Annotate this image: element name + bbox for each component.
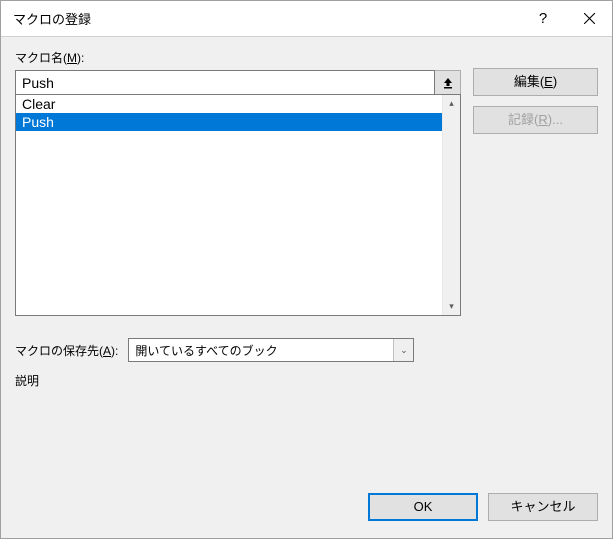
chevron-down-icon: ⌄ [393,339,413,361]
save-location-value: 開いているすべてのブック [129,342,393,359]
description-label: 説明 [15,372,461,389]
edit-button[interactable]: 編集(E) [473,68,598,96]
macro-name-label: マクロ名(M): [15,49,461,66]
scroll-down-icon[interactable]: ▾ [449,301,454,312]
cancel-button[interactable]: キャンセル [488,493,598,521]
assign-macro-dialog: マクロの登録 ? マクロ名(M): Clear [0,0,613,539]
help-button[interactable]: ? [520,1,566,37]
close-button[interactable] [566,1,612,37]
macro-list-container: Clear Push ▴ ▾ [15,94,461,316]
list-item[interactable]: Clear [16,95,442,113]
save-location-row: マクロの保存先(A): 開いているすべてのブック ⌄ [15,338,461,362]
macro-name-row [15,70,461,95]
collapse-icon [442,76,454,90]
macro-name-input[interactable] [15,70,435,95]
content-area: マクロ名(M): Clear Push ▴ ▾ [1,37,612,488]
ok-button[interactable]: OK [368,493,478,521]
macro-list[interactable]: Clear Push [16,95,442,315]
reference-button[interactable] [435,70,461,95]
titlebar: マクロの登録 ? [1,1,612,37]
save-location-select[interactable]: 開いているすべてのブック ⌄ [128,338,414,362]
scrollbar[interactable]: ▴ ▾ [442,95,460,315]
record-button[interactable]: 記録(R)... [473,106,598,134]
left-column: マクロ名(M): Clear Push ▴ ▾ [15,49,461,488]
save-location-label: マクロの保存先(A): [15,342,118,359]
right-column: 編集(E) 記録(R)... [473,49,598,488]
footer: OK キャンセル [1,488,612,538]
close-icon [584,13,595,24]
scroll-up-icon[interactable]: ▴ [449,98,454,109]
dialog-title: マクロの登録 [13,9,520,28]
list-item[interactable]: Push [16,113,442,131]
